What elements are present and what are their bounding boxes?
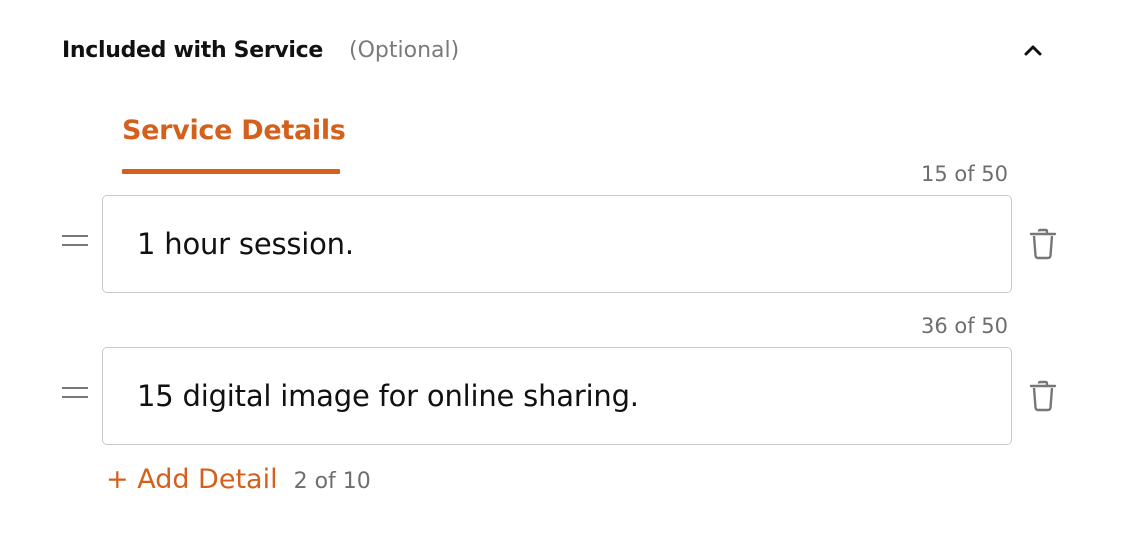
- detail-count: 2 of 10: [293, 469, 371, 494]
- collapse-button[interactable]: [1018, 36, 1048, 64]
- tab-label: Service Details: [122, 115, 346, 146]
- character-counter: 36 of 50: [920, 314, 1008, 338]
- add-detail-row: + Add Detail 2 of 10: [106, 464, 371, 495]
- add-detail-button[interactable]: + Add Detail: [106, 464, 278, 495]
- detail-input[interactable]: [102, 195, 1012, 293]
- tab-service-details[interactable]: Service Details: [122, 112, 346, 174]
- character-counter: 15 of 50: [920, 162, 1008, 186]
- detail-input[interactable]: [102, 347, 1012, 445]
- delete-detail-button[interactable]: [1024, 377, 1062, 415]
- section-header: Included with Service (Optional): [62, 33, 459, 67]
- detail-row: [0, 347, 1148, 447]
- drag-handle-icon[interactable]: [62, 387, 88, 407]
- optional-label: (Optional): [349, 37, 460, 63]
- trash-icon: [1029, 380, 1057, 412]
- drag-handle-icon[interactable]: [62, 235, 88, 255]
- trash-icon: [1029, 228, 1057, 260]
- tab-active-indicator: [122, 169, 340, 174]
- chevron-up-icon: [1024, 45, 1042, 56]
- detail-row: [0, 195, 1148, 295]
- delete-detail-button[interactable]: [1024, 225, 1062, 263]
- section-title: Included with Service: [62, 37, 324, 63]
